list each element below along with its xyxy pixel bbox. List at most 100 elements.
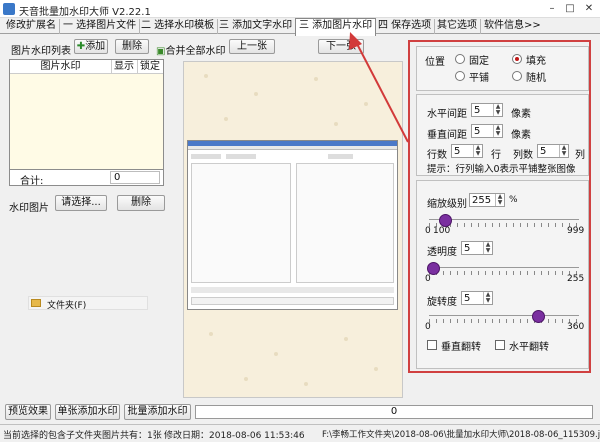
- status-path: F:\李畅工作文件夹\2018-08-06\批量加水印大师\2018-08-06…: [322, 430, 600, 440]
- annotation-arrow-icon: [349, 32, 409, 143]
- total-value: 0: [110, 171, 160, 184]
- window-title: 天音批量加水印大师 V2.22.1: [19, 7, 151, 18]
- position-random-radio[interactable]: [512, 71, 522, 81]
- opacity-max: 255: [567, 274, 585, 284]
- scale-unit: %: [509, 195, 518, 205]
- rotate-max: 360: [567, 322, 585, 332]
- spin-arrows-icon[interactable]: ▲ ▼: [483, 292, 492, 304]
- watermark-list-label: 图片水印列表: [11, 46, 71, 57]
- rotate-min: 0: [425, 322, 431, 332]
- spacing-group: 水平间距 5 ▲ ▼ 像素 垂直间距 5 ▲ ▼ 像素 行数 5 ▲ ▼ 行 列数 5 ▲ ▼ …: [416, 94, 589, 176]
- scale-value: 255: [472, 195, 492, 206]
- cols-input[interactable]: 5 ▲ ▼: [537, 144, 569, 158]
- spin-arrows-icon[interactable]: ▲ ▼: [493, 125, 502, 137]
- position-label: 位置: [425, 57, 445, 68]
- scale-max: 999: [567, 226, 585, 236]
- total-row: 合计: 0: [9, 169, 164, 187]
- cols-label: 列数: [513, 150, 533, 161]
- rotate-slider-track[interactable]: [429, 315, 579, 316]
- merge-label: 合并全部水印: [165, 46, 226, 57]
- batch-add-watermark-button[interactable]: 批量添加水印: [124, 404, 191, 420]
- single-add-watermark-button[interactable]: 单张添加水印: [55, 404, 120, 420]
- position-tile-radio[interactable]: [455, 71, 465, 81]
- status-bar: 当前选择的包含子文件夹图片共有：1张 修改日期：2018-08-06 11:53…: [0, 424, 600, 442]
- spin-arrows-icon[interactable]: ▲ ▼: [493, 104, 502, 116]
- tab-select-template[interactable]: 二 选择水印模板: [138, 19, 219, 34]
- opacity-slider-track[interactable]: [429, 267, 579, 268]
- scale-min2: 100: [433, 226, 451, 236]
- maximize-button[interactable]: □: [563, 2, 577, 16]
- rows-label: 行数: [427, 150, 447, 161]
- choose-image-button[interactable]: 请选择...: [55, 195, 107, 211]
- rotate-label: 旋转度: [427, 297, 457, 308]
- rotate-slider-thumb[interactable]: [532, 310, 545, 323]
- rotate-input[interactable]: 5 ▲ ▼: [461, 291, 493, 305]
- h-spacing-value: 5: [474, 105, 481, 116]
- vflip-checkbox[interactable]: [427, 340, 437, 350]
- opacity-min: 0: [425, 274, 431, 284]
- spin-arrows-icon[interactable]: ▲ ▼: [473, 145, 482, 157]
- position-fill-label: 填充: [526, 56, 546, 67]
- h-spacing-label: 水平间距: [427, 109, 467, 120]
- close-button[interactable]: ✕: [582, 2, 596, 16]
- position-tile-label: 平铺: [469, 73, 489, 84]
- add-button-label: 添加: [85, 41, 106, 52]
- v-spacing-unit: 像素: [511, 130, 531, 141]
- delete-button[interactable]: 删除: [115, 39, 149, 54]
- h-spacing-unit: 像素: [511, 109, 531, 120]
- folder-label: 文件夹(F): [47, 301, 87, 311]
- add-button[interactable]: ✚添加: [74, 39, 108, 54]
- position-group: 位置 固定 填充 平铺 随机: [416, 46, 589, 91]
- hflip-checkbox[interactable]: [495, 340, 505, 350]
- spin-arrows-icon[interactable]: ▲ ▼: [559, 145, 568, 157]
- scale-input[interactable]: 255 ▲ ▼: [469, 193, 505, 207]
- tab-software-info[interactable]: 软件信息>>: [481, 19, 544, 34]
- tab-rename-ext[interactable]: 修改扩展名: [3, 19, 60, 34]
- transform-group: 缩放级别 255 ▲ ▼ % 0 100 999 透明度 5 ▲ ▼ 0 255 旋转度…: [416, 180, 589, 369]
- scale-label: 缩放级别: [427, 199, 467, 210]
- opacity-value: 5: [464, 243, 471, 254]
- progress-bar: 0: [195, 405, 593, 419]
- position-random-label: 随机: [526, 73, 546, 84]
- table-header: 图片水印 显示 锁定: [10, 60, 163, 74]
- status-date: 修改日期：2018-08-06 11:53:46: [164, 431, 305, 441]
- tab-select-files[interactable]: 一 选择图片文件: [60, 19, 141, 34]
- tab-other-options[interactable]: 其它选项: [434, 19, 481, 34]
- minimize-button[interactable]: –: [545, 2, 559, 16]
- preview-effect-button[interactable]: 预览效果: [5, 404, 51, 420]
- column-header[interactable]: 显示: [111, 60, 138, 74]
- tile-hint: 提示：行列输入0表示平铺整张图像: [427, 164, 576, 175]
- rotate-slider-ticks: [429, 319, 579, 323]
- folder-icon: [31, 299, 41, 307]
- delete-image-button[interactable]: 删除: [117, 195, 165, 211]
- tab-text-watermark[interactable]: 三 添加文字水印: [216, 19, 297, 34]
- opacity-slider-ticks: [429, 271, 579, 275]
- v-spacing-label: 垂直间距: [427, 130, 467, 141]
- folder-item[interactable]: 文件夹(F): [28, 296, 148, 311]
- vflip-label: 垂直翻转: [441, 342, 481, 353]
- rows-unit: 行: [491, 150, 501, 161]
- scale-slider-ticks: [429, 223, 579, 227]
- h-spacing-input[interactable]: 5 ▲ ▼: [471, 103, 503, 117]
- progress-text: 0: [390, 406, 398, 417]
- column-header[interactable]: 图片水印: [10, 60, 112, 74]
- hflip-label: 水平翻转: [509, 342, 549, 353]
- v-spacing-input[interactable]: 5 ▲ ▼: [471, 124, 503, 138]
- cols-value: 5: [540, 146, 547, 157]
- rows-input[interactable]: 5 ▲ ▼: [451, 144, 483, 158]
- spin-arrows-icon[interactable]: ▲ ▼: [495, 194, 504, 206]
- app-icon: [3, 3, 15, 15]
- watermark-image-label: 水印图片: [9, 203, 49, 214]
- opacity-input[interactable]: 5 ▲ ▼: [461, 241, 493, 255]
- rows-value: 5: [454, 146, 461, 157]
- spin-arrows-icon[interactable]: ▲ ▼: [483, 242, 492, 254]
- cols-unit: 列: [575, 150, 585, 161]
- position-fixed-radio[interactable]: [455, 54, 465, 64]
- image-watermark-settings-panel: 位置 固定 填充 平铺 随机 水平间距 5 ▲ ▼ 像素 垂直间距 5 ▲ ▼ 像素 行…: [408, 40, 591, 373]
- position-fixed-label: 固定: [469, 56, 489, 67]
- column-header[interactable]: 锁定: [137, 60, 163, 74]
- merge-all-watermarks[interactable]: ▣合并全部水印: [156, 42, 225, 57]
- position-fill-radio[interactable]: [512, 54, 522, 64]
- prev-image-button[interactable]: 上一张: [229, 39, 275, 54]
- watermark-list-table[interactable]: 图片水印 显示 锁定: [9, 59, 164, 186]
